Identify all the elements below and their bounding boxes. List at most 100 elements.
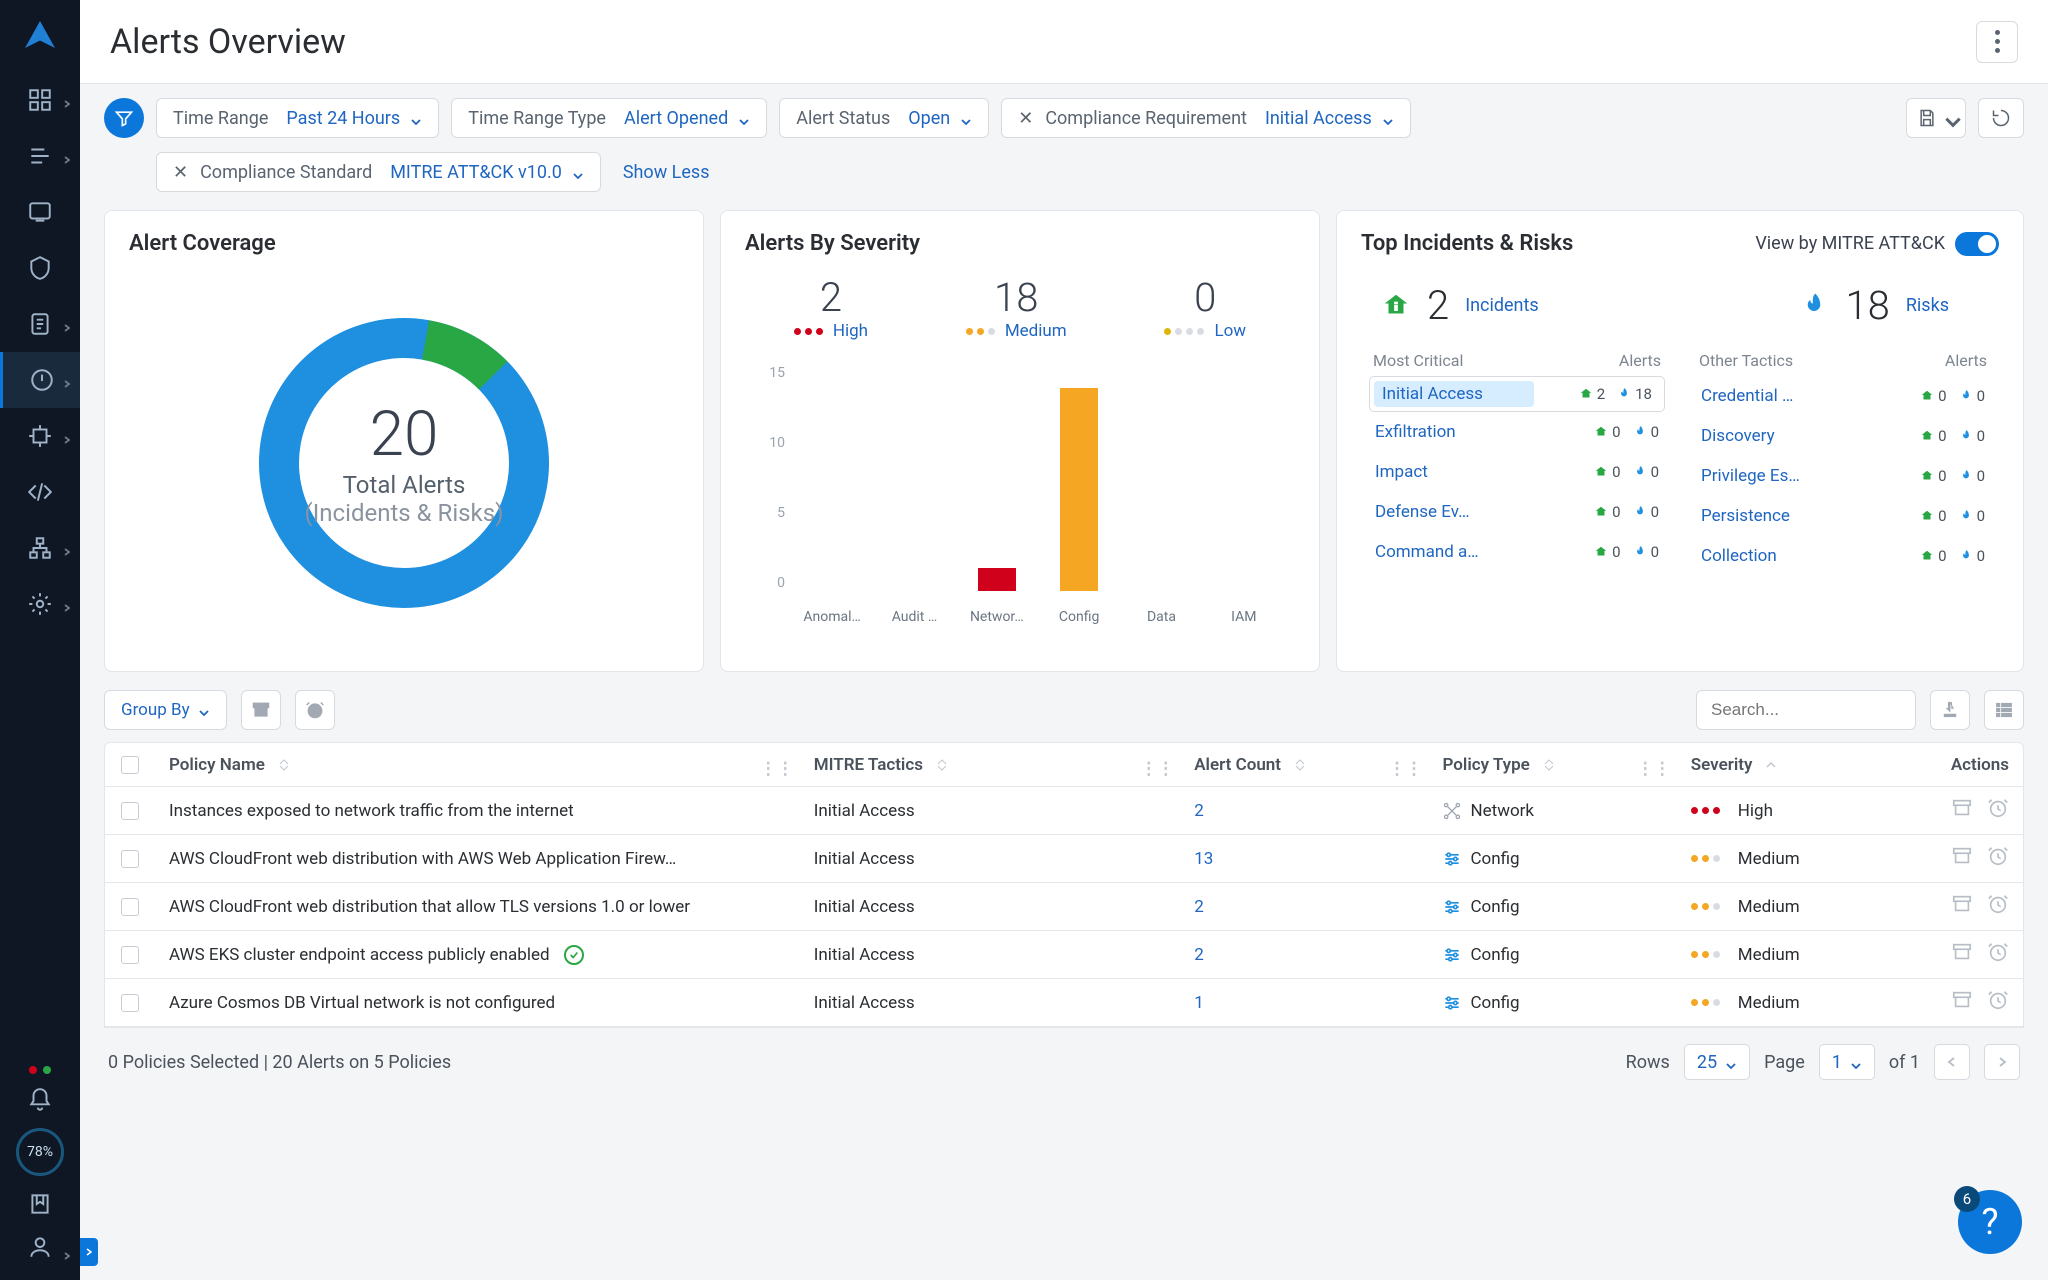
filter-compliance-requirement[interactable]: ✕ Compliance Requirement Initial Access xyxy=(1001,98,1411,138)
row-checkbox[interactable] xyxy=(121,994,139,1012)
nav-alerts[interactable] xyxy=(0,352,80,408)
policy-type-icon xyxy=(1442,849,1462,869)
nav-compliance[interactable] xyxy=(0,296,80,352)
row-checkbox[interactable] xyxy=(121,802,139,820)
policy-name: AWS CloudFront web distribution with AWS… xyxy=(169,849,676,869)
snooze-row-button[interactable] xyxy=(1987,893,2009,920)
risks-kpi[interactable]: 18 Risks xyxy=(1799,282,1949,329)
filter-time-range[interactable]: Time Range Past 24 Hours xyxy=(156,98,439,138)
severity-label: Medium xyxy=(1738,945,1800,965)
table-row[interactable]: AWS CloudFront web distribution with AWS… xyxy=(105,835,2023,883)
bookmarks-icon[interactable] xyxy=(0,1184,80,1224)
alert-coverage-card: Alert Coverage 20 Total Alerts (Incident… xyxy=(104,210,704,672)
show-less-link[interactable]: Show Less xyxy=(623,162,710,183)
tactic-row[interactable]: Defense Ev… 0 0 xyxy=(1369,492,1665,532)
row-checkbox[interactable] xyxy=(121,850,139,868)
next-page-button[interactable] xyxy=(1984,1044,2020,1080)
nav-code[interactable] xyxy=(0,464,80,520)
coverage-donut: 20 Total Alerts (Incidents & Risks) xyxy=(254,313,554,613)
dismiss-button[interactable] xyxy=(1951,845,1973,872)
dismiss-button[interactable] xyxy=(1951,941,1973,968)
alert-count-link[interactable]: 1 xyxy=(1194,993,1204,1013)
account-icon[interactable] xyxy=(0,1224,80,1270)
table-search[interactable] xyxy=(1696,690,1916,730)
remove-filter-icon[interactable]: ✕ xyxy=(173,162,188,183)
page-select[interactable]: 1 xyxy=(1819,1044,1875,1080)
usage-gauge: 78% xyxy=(16,1128,64,1176)
nav-dashboard[interactable] xyxy=(0,72,80,128)
row-checkbox[interactable] xyxy=(121,898,139,916)
selection-summary: 0 Policies Selected | 20 Alerts on 5 Pol… xyxy=(108,1052,451,1073)
page-options-menu[interactable] xyxy=(1976,21,2018,63)
download-button[interactable] xyxy=(1930,690,1970,730)
severity-high[interactable]: 2 High xyxy=(794,274,868,341)
app-logo-icon xyxy=(22,18,58,54)
snooze-row-button[interactable] xyxy=(1987,941,2009,968)
tactic-row[interactable]: Exfiltration 0 0 xyxy=(1369,412,1665,452)
nav-investigate[interactable] xyxy=(0,184,80,240)
saved-filter-button[interactable] xyxy=(1906,98,1966,138)
reset-filter-button[interactable] xyxy=(1978,98,2024,138)
alert-count-link[interactable]: 2 xyxy=(1194,897,1204,917)
policy-type-icon xyxy=(1442,801,1462,821)
help-badge: 6 xyxy=(1954,1186,1980,1212)
card-title: Top Incidents & Risks xyxy=(1361,231,1573,256)
tactic-row[interactable]: Discovery 0 0 xyxy=(1695,416,1991,456)
filter-icon[interactable] xyxy=(104,98,144,138)
tactic-row[interactable]: Command a… 0 0 xyxy=(1369,532,1665,572)
nav-inventory[interactable] xyxy=(0,128,80,184)
severity-label: High xyxy=(1738,801,1773,821)
snooze-row-button[interactable] xyxy=(1987,797,2009,824)
tactic-row[interactable]: Persistence 0 0 xyxy=(1695,496,1991,536)
filter-time-range-type[interactable]: Time Range Type Alert Opened xyxy=(451,98,767,138)
tactic-row[interactable]: Initial Access 2 18 xyxy=(1369,376,1665,412)
snooze-row-button[interactable] xyxy=(1987,989,2009,1016)
dismiss-button[interactable] xyxy=(1951,797,1973,824)
remove-filter-icon[interactable]: ✕ xyxy=(1018,108,1033,129)
tactic-row[interactable]: Credential … 0 0 xyxy=(1695,376,1991,416)
dismiss-button[interactable] xyxy=(1951,893,1973,920)
severity-medium[interactable]: 18 Medium xyxy=(966,274,1067,341)
tactic-row[interactable]: Impact 0 0 xyxy=(1369,452,1665,492)
incidents-kpi[interactable]: 2 Incidents xyxy=(1381,282,1539,329)
tactic-row[interactable]: Privilege Es… 0 0 xyxy=(1695,456,1991,496)
notifications-icon[interactable] xyxy=(0,1080,80,1120)
archive-button[interactable] xyxy=(241,690,281,730)
alert-count-link[interactable]: 2 xyxy=(1194,801,1204,821)
top-incidents-risks-card: Top Incidents & Risks View by MITRE ATT&… xyxy=(1336,210,2024,672)
nav-policies[interactable] xyxy=(0,240,80,296)
nav-defender[interactable] xyxy=(0,408,80,464)
prev-page-button[interactable] xyxy=(1934,1044,1970,1080)
rows-per-page-select[interactable]: 25 xyxy=(1684,1044,1750,1080)
row-checkbox[interactable] xyxy=(121,946,139,964)
dismiss-button[interactable] xyxy=(1951,989,1973,1016)
question-icon: ? xyxy=(1981,1201,1998,1243)
left-sidebar: 78% xyxy=(0,0,80,1280)
severity-label: Medium xyxy=(1738,993,1800,1013)
policy-type-icon xyxy=(1442,945,1462,965)
table-row[interactable]: Azure Cosmos DB Virtual network is not c… xyxy=(105,979,2023,1027)
group-by-button[interactable]: Group By xyxy=(104,690,227,730)
policy-name: Azure Cosmos DB Virtual network is not c… xyxy=(169,993,555,1013)
snooze-button[interactable] xyxy=(295,690,335,730)
alert-count-link[interactable]: 2 xyxy=(1194,945,1204,965)
page-title: Alerts Overview xyxy=(110,22,346,62)
alert-count-link[interactable]: 13 xyxy=(1194,849,1213,869)
columns-button[interactable] xyxy=(1984,690,2024,730)
verified-icon xyxy=(564,945,584,965)
help-button[interactable]: 6 ? xyxy=(1958,1190,2022,1254)
snooze-row-button[interactable] xyxy=(1987,845,2009,872)
nav-network[interactable] xyxy=(0,520,80,576)
nav-settings[interactable] xyxy=(0,576,80,632)
table-row[interactable]: AWS EKS cluster endpoint access publicly… xyxy=(105,931,2023,979)
filter-alert-status[interactable]: Alert Status Open xyxy=(779,98,989,138)
table-row[interactable]: Instances exposed to network traffic fro… xyxy=(105,787,2023,835)
table-row[interactable]: AWS CloudFront web distribution that all… xyxy=(105,883,2023,931)
mitre-toggle[interactable] xyxy=(1955,232,1999,256)
severity-low[interactable]: 0 Low xyxy=(1164,274,1246,341)
filter-compliance-standard[interactable]: ✕ Compliance Standard MITRE ATT&CK v10.0 xyxy=(156,152,601,192)
select-all-checkbox[interactable] xyxy=(121,756,139,774)
tactic-row[interactable]: Collection 0 0 xyxy=(1695,536,1991,576)
mitre-tactic: Initial Access xyxy=(814,945,915,965)
search-input[interactable] xyxy=(1709,699,1934,721)
